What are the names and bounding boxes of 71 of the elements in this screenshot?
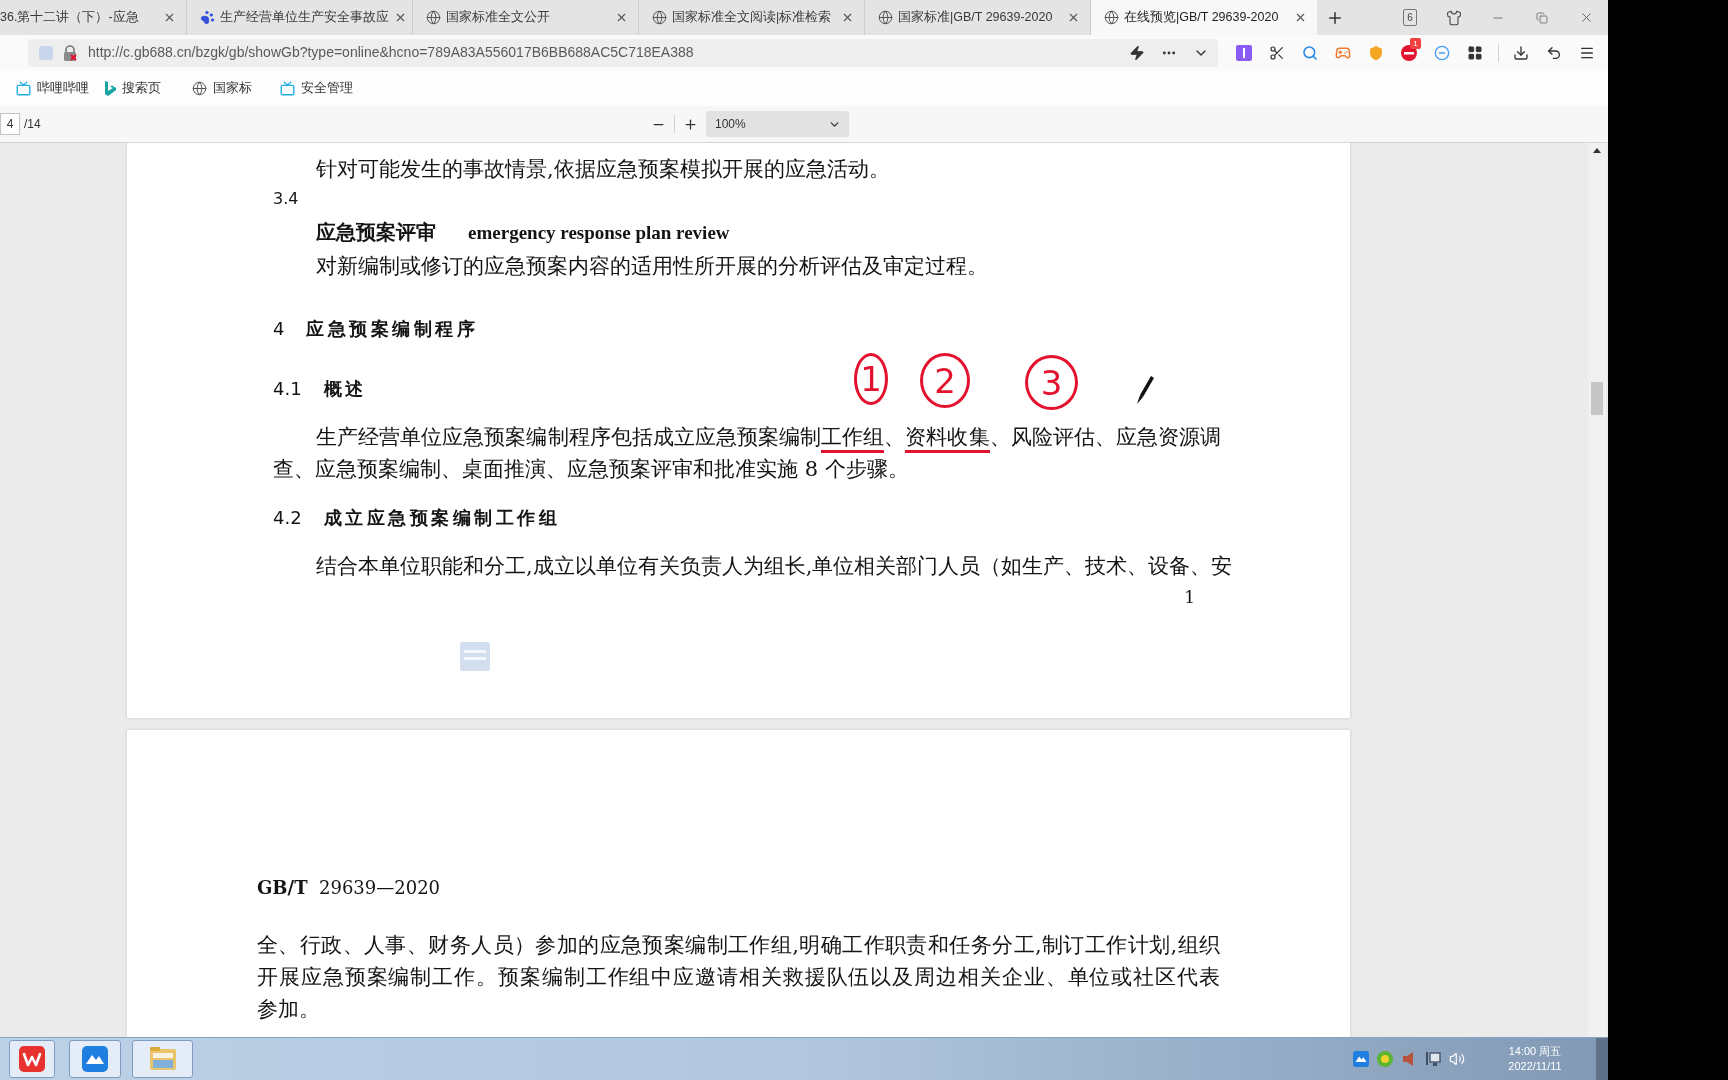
tv-icon — [16, 80, 31, 96]
running-header: GB/T 29639—2020 — [257, 876, 441, 900]
square-icon — [39, 45, 53, 60]
tab-count-button[interactable]: 6 — [1403, 9, 1417, 26]
heading-number: 4 — [273, 317, 285, 341]
arrow-up-icon[interactable] — [1593, 148, 1601, 153]
bookmark-item[interactable]: 哔哩哔哩 — [16, 78, 104, 98]
term-english: emergency response plan review — [468, 221, 730, 245]
heading-title: 概述 — [323, 377, 367, 401]
browser-tab[interactable]: 36.第十二讲（下）-应急 — [0, 0, 187, 35]
close-icon[interactable] — [1294, 11, 1307, 24]
shirt-icon[interactable] — [1446, 9, 1462, 26]
clock-time: 14:00 周五 — [1508, 1044, 1562, 1059]
notification-badge: 1 — [1410, 37, 1421, 49]
minus-circle-icon[interactable] — [1434, 44, 1450, 61]
close-icon[interactable] — [841, 11, 854, 24]
bookmark-item[interactable]: 国家标 — [192, 78, 280, 98]
grid-icon[interactable] — [1467, 44, 1483, 61]
logo-icon — [104, 80, 116, 96]
tv-icon — [280, 80, 295, 96]
page-number-field[interactable]: 4 — [0, 113, 20, 135]
taskbar-app-button[interactable] — [9, 1040, 55, 1078]
term-title: 应急预案评审 — [316, 219, 436, 246]
list-icon — [460, 642, 490, 671]
close-icon[interactable] — [1067, 11, 1080, 24]
body-text: 针对可能发生的事故情景,依据应急预案模拟开展的应急活动。 — [315, 156, 890, 183]
lightning-icon[interactable] — [1129, 44, 1145, 61]
scrollbar-thumb[interactable] — [1591, 382, 1603, 415]
bookmark-item[interactable]: 安全管理 — [280, 78, 368, 98]
app-logo-icon — [1353, 1051, 1369, 1067]
globe-icon — [426, 10, 441, 25]
globe-icon — [1104, 10, 1119, 25]
app-logo-icon — [82, 1046, 108, 1072]
scissors-icon[interactable] — [1269, 44, 1285, 61]
body-paragraph: 全、行政、人事、财务人员）参加的应急预案编制工作组,明确工作职责和任务分工,制订工作计划,组织 开展应急预案编制工作。预案编制工作组中应邀请相关救援队伍以及周边相关企业、单位或社区代表 参加。 — [257, 932, 1220, 1023]
close-icon[interactable] — [394, 11, 407, 24]
globe-icon — [652, 10, 667, 25]
heading-number: 4.2 — [273, 506, 302, 530]
body-text: 对新编制或修订的应急预案内容的适用性所开展的分析评估及审定过程。 — [315, 253, 988, 280]
globe-icon — [878, 10, 893, 25]
tile-icon[interactable] — [1236, 44, 1252, 61]
page-count: /14 — [24, 116, 41, 133]
download-icon[interactable] — [1513, 44, 1529, 61]
taskbar-app-button[interactable] — [69, 1040, 121, 1078]
url-field[interactable]: http://c.gb688.cn/bzgk/gb/showGb?type=online&hcno=789A83A556017B6BB688AC5C718EA388 — [28, 38, 1218, 67]
globe-icon — [192, 80, 207, 96]
heading-title: 成立应急预案编制工作组 — [323, 506, 561, 530]
logo-icon — [19, 1046, 45, 1072]
search-icon[interactable] — [1302, 44, 1318, 61]
close-icon[interactable] — [615, 11, 628, 24]
folder-icon — [147, 1045, 178, 1073]
clock-date: 2022/11/11 — [1508, 1059, 1562, 1074]
handwritten-circled-number: 1 — [854, 353, 888, 405]
heading-title: 应急预案编制程序 — [306, 317, 479, 341]
zoom-in-icon[interactable] — [683, 116, 698, 132]
handwritten-circled-number: 2 — [920, 353, 970, 408]
close-icon[interactable] — [163, 11, 176, 24]
undo-icon[interactable] — [1546, 44, 1562, 61]
bookmark-item[interactable]: 搜索页 — [104, 78, 192, 98]
lock-icon — [62, 44, 78, 61]
browser-tab[interactable]: 在线预览|GB/T 29639-2020 — [1091, 0, 1317, 35]
clause-number: 3.4 — [273, 188, 299, 210]
body-text: 结合本单位职能和分工,成立以单位有关负责人为组长,单位相关部门人员（如生产、技术、设备、安 — [315, 553, 1233, 580]
zoom-select[interactable]: 100% — [706, 111, 849, 137]
handwritten-circled-number: 3 — [1025, 355, 1078, 410]
page-number: 1 — [1184, 586, 1195, 609]
pen-cursor-icon — [1135, 375, 1155, 405]
heading-number: 4.1 — [273, 377, 302, 401]
monitor-icon[interactable] — [1425, 1051, 1441, 1067]
paw-icon — [200, 10, 215, 25]
body-paragraph: 生产经营单位应急预案编制程序包括成立应急预案编制工作组、资料收集、风险评估、应急资源调查、应急预案编制、桌面推演、应急预案评审和批准实施 8 个步骤。 — [273, 424, 1221, 483]
